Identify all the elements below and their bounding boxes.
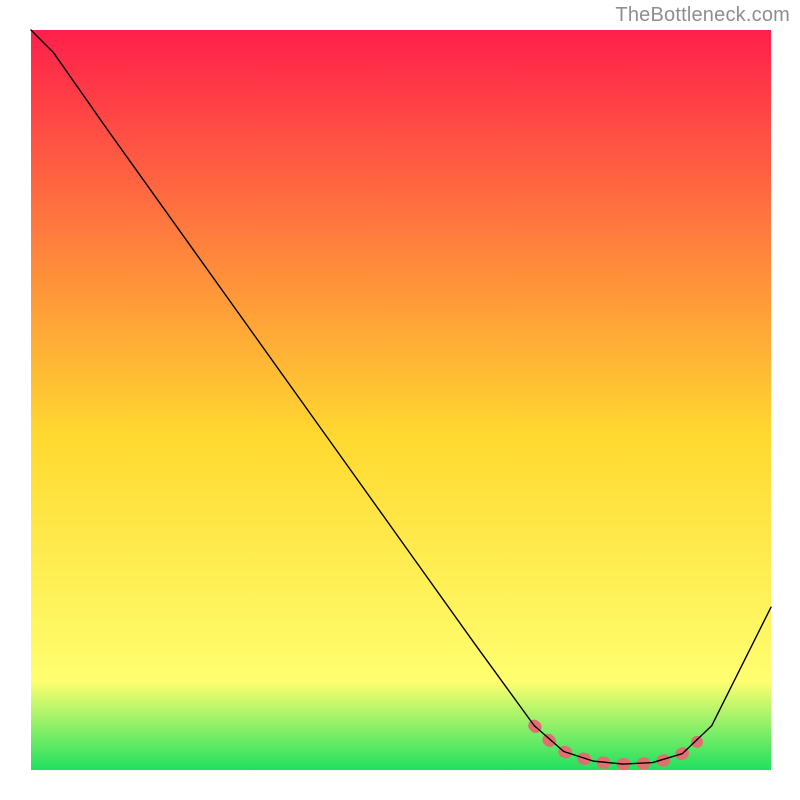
plot-background <box>31 30 771 770</box>
chart-container: TheBottleneck.com <box>0 0 800 800</box>
chart-svg <box>0 0 800 800</box>
